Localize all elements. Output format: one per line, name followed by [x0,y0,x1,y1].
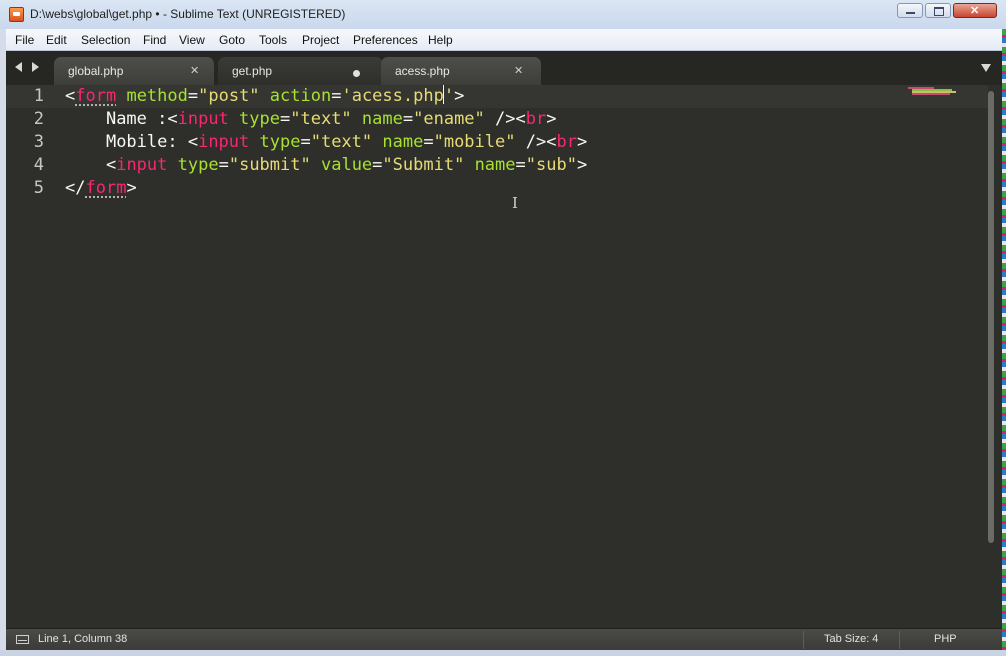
menu-view[interactable]: View [179,33,205,47]
line-number: 4 [33,155,44,175]
minimap[interactable] [908,87,956,95]
code-line[interactable]: Name :<input type="text" name="ename" />… [65,108,557,131]
vertical-scrollbar[interactable] [988,91,994,543]
tab-acess-php[interactable]: acess.php ✕ [381,57,541,85]
tab-global-php[interactable]: global.php ✕ [54,57,214,85]
cursor-position: Line 1, Column 38 [38,633,128,645]
tab-size-indicator[interactable]: Tab Size: 4 [824,633,878,645]
unsaved-dot-icon[interactable] [353,70,360,77]
panel-toggle-icon[interactable] [16,635,29,644]
menu-bar: File Edit Selection Find View Goto Tools… [6,29,1002,51]
window-title: D:\webs\global\get.php • - Sublime Text … [30,7,346,21]
menu-help[interactable]: Help [428,33,453,47]
tab-strip: global.php ✕ get.php acess.php ✕ [6,51,1002,85]
close-tab-icon[interactable]: ✕ [514,64,523,77]
sublime-app-icon[interactable] [9,7,24,22]
menu-find[interactable]: Find [143,33,166,47]
tab-label: get.php [232,64,273,78]
close-window-button[interactable] [953,3,997,18]
code-line[interactable]: </form> [65,177,137,200]
menu-preferences[interactable]: Preferences [353,33,418,47]
tab-label: global.php [68,64,124,78]
syntax-indicator[interactable]: PHP [934,633,957,645]
line-number: 2 [33,109,44,129]
previous-tab-arrow-icon[interactable] [15,62,22,72]
minimap-line [912,93,950,95]
tab-get-php[interactable]: get.php [218,57,383,85]
menu-project[interactable]: Project [302,33,339,47]
code-line[interactable]: <form method="post" action='acess.php'> [65,85,464,108]
line-number: 5 [33,178,44,198]
code-line[interactable]: <input type="submit" value="Submit" name… [65,154,587,177]
menu-goto[interactable]: Goto [219,33,245,47]
title-bar: D:\webs\global\get.php • - Sublime Text … [0,0,1006,29]
code-line[interactable]: Mobile: <input type="text" name="mobile"… [65,131,587,154]
close-tab-icon[interactable]: ✕ [190,64,199,77]
status-divider [803,631,804,649]
next-tab-arrow-icon[interactable] [32,62,39,72]
maximize-button[interactable] [925,3,951,18]
menu-tools[interactable]: Tools [259,33,287,47]
menu-selection[interactable]: Selection [81,33,130,47]
screen-edge-artifact [1002,29,1006,650]
tab-label: acess.php [395,64,450,78]
tab-list-dropdown-icon[interactable] [981,64,991,72]
line-number: 3 [33,132,44,152]
line-number: 1 [33,86,44,106]
menu-edit[interactable]: Edit [46,33,67,47]
menu-file[interactable]: File [15,33,34,47]
window-bottom-border [0,650,1006,656]
status-divider [899,631,900,649]
code-editor[interactable]: <form method="post" action='acess.php'> … [65,85,587,225]
minimize-button[interactable] [897,3,923,18]
status-bar: Line 1, Column 38 Tab Size: 4 PHP [6,628,1002,650]
editor-window: global.php ✕ get.php acess.php ✕ 1 2 3 4… [6,51,1002,650]
mouse-ibeam-cursor-icon: I [512,194,518,212]
